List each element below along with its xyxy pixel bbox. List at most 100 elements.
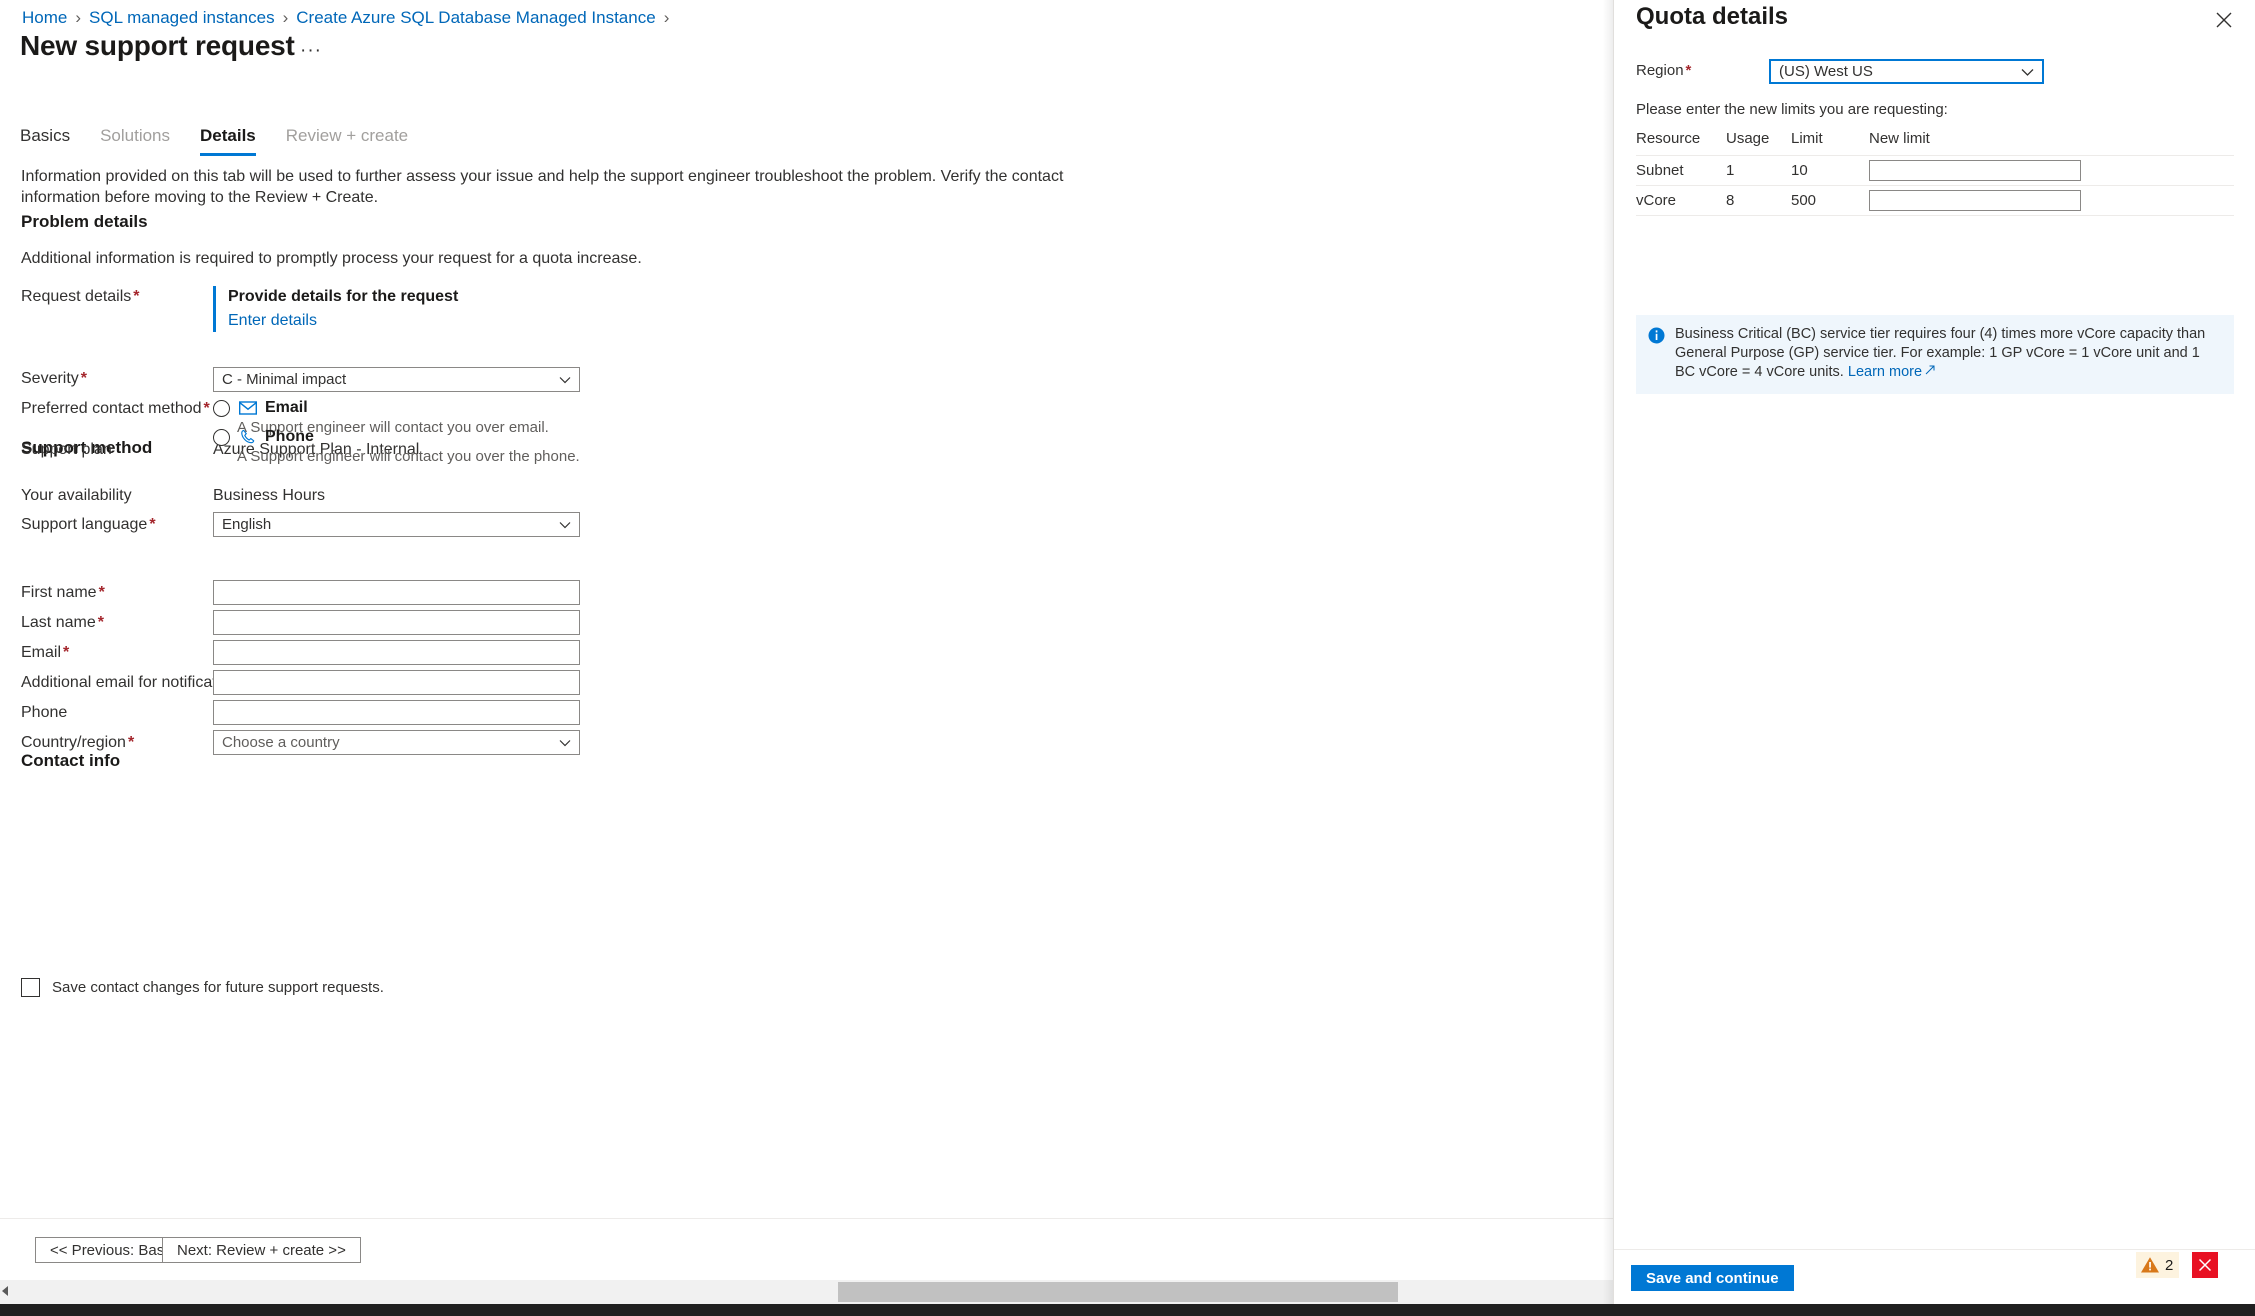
request-details-label-text: Request details: [21, 288, 132, 305]
save-and-continue-button[interactable]: Save and continue: [1631, 1265, 1794, 1291]
validation-warning-badge[interactable]: 2: [2136, 1252, 2180, 1278]
breadcrumb-separator: ›: [663, 8, 670, 27]
info-banner-text-wrap: Business Critical (BC) service tier requ…: [1675, 325, 2222, 382]
dismiss-error-button[interactable]: [2192, 1252, 2218, 1278]
cell-usage-vcore: 8: [1726, 185, 1791, 216]
table-row: vCore 8 500: [1636, 185, 2234, 216]
enter-details-link[interactable]: Enter details: [228, 310, 458, 332]
close-icon[interactable]: [2211, 7, 2237, 33]
preferred-contact-method-label-text: Preferred contact method: [21, 400, 202, 417]
additional-email-input[interactable]: [213, 670, 580, 695]
radio-option-phone[interactable]: Phone A Support engineer will contact yo…: [213, 428, 580, 465]
contact-info-heading: Contact info: [21, 751, 121, 770]
scroll-left-arrow-icon[interactable]: [2, 1286, 8, 1296]
required-asterisk: *: [63, 644, 70, 661]
breadcrumb-item-create-managed-instance[interactable]: Create Azure SQL Database Managed Instan…: [296, 8, 655, 27]
required-asterisk: *: [127, 734, 135, 751]
scrollbar-thumb[interactable]: [838, 1282, 1398, 1302]
tab-review-create[interactable]: Review + create: [286, 126, 408, 156]
save-contact-changes-checkbox[interactable]: [21, 978, 40, 997]
preferred-contact-method-label: Preferred contact method *: [21, 400, 210, 418]
warning-triangle-icon: [2141, 1257, 2159, 1273]
external-link-icon[interactable]: [1925, 365, 1935, 375]
email-input[interactable]: [213, 640, 580, 665]
last-name-label-text: Last name: [21, 614, 96, 631]
required-asterisk: *: [149, 516, 156, 533]
wizard-footer: << Previous: Basics Next: Review + creat…: [0, 1218, 1613, 1280]
country-region-dropdown[interactable]: Choose a country: [213, 730, 580, 755]
chevron-down-icon: [2021, 68, 2034, 76]
validation-warning-count: 2: [2165, 1256, 2174, 1274]
close-icon: [2198, 1258, 2212, 1272]
request-details-callout: Provide details for the request Enter de…: [213, 286, 458, 332]
severity-label: Severity *: [21, 370, 87, 388]
new-limit-input-vcore[interactable]: [1869, 190, 2081, 211]
required-asterisk: *: [80, 370, 88, 387]
chevron-down-icon: [559, 376, 571, 383]
quota-details-pane: Quota details Region * (US) West US Pleas…: [1613, 0, 2255, 1304]
cell-new-limit-vcore: [1869, 185, 2234, 216]
learn-more-link[interactable]: Learn more: [1848, 364, 1922, 380]
last-name-input[interactable]: [213, 610, 580, 635]
region-label-text: Region: [1636, 62, 1684, 79]
save-contact-changes-label: Save contact changes for future support …: [52, 979, 384, 996]
required-asterisk: *: [1685, 62, 1692, 79]
severity-dropdown[interactable]: C - Minimal impact: [213, 367, 580, 392]
breadcrumb-item-sql-managed-instances[interactable]: SQL managed instances: [89, 8, 275, 27]
request-details-label: Request details *: [21, 288, 140, 306]
quota-instruction-text: Please enter the new limits you are requ…: [1636, 101, 1948, 118]
first-name-input[interactable]: [213, 580, 580, 605]
next-review-create-button[interactable]: Next: Review + create >>: [162, 1237, 361, 1263]
last-name-label: Last name *: [21, 614, 104, 632]
availability-value: Business Hours: [213, 487, 326, 504]
column-header-new-limit: New limit: [1869, 126, 2234, 156]
info-banner: Business Critical (BC) service tier requ…: [1636, 315, 2234, 394]
breadcrumb-item-home[interactable]: Home: [22, 8, 67, 27]
country-region-label: Country/region *: [21, 734, 134, 752]
horizontal-scrollbar[interactable]: [0, 1280, 1613, 1304]
tab-basics[interactable]: Basics: [20, 126, 70, 156]
provide-details-title: Provide details for the request: [228, 288, 459, 305]
table-row: Subnet 1 10: [1636, 155, 2234, 186]
new-limit-input-subnet[interactable]: [1869, 160, 2081, 181]
info-icon: [1648, 327, 1665, 344]
breadcrumb-separator: ›: [282, 8, 289, 27]
required-asterisk: *: [133, 288, 140, 305]
envelope-icon: [239, 401, 257, 415]
tab-details[interactable]: Details: [200, 126, 256, 156]
table-header-row: Resource Usage Limit New limit: [1636, 126, 2234, 156]
phone-input[interactable]: [213, 700, 580, 725]
required-asterisk: *: [98, 584, 105, 601]
problem-details-heading: Problem details: [21, 212, 148, 231]
required-asterisk: *: [203, 400, 210, 417]
required-asterisk: *: [97, 614, 104, 631]
region-dropdown[interactable]: (US) West US: [1769, 59, 2044, 84]
more-options-button[interactable]: ···: [300, 40, 322, 62]
column-header-limit: Limit: [1791, 126, 1869, 156]
cell-limit-vcore: 500: [1791, 185, 1869, 216]
cell-resource-vcore: vCore: [1636, 185, 1726, 216]
region-label: Region *: [1636, 62, 1691, 79]
radio-circle-phone[interactable]: [213, 429, 230, 446]
phone-icon: [241, 429, 255, 444]
radio-circle-email[interactable]: [213, 400, 230, 417]
country-region-label-text: Country/region: [21, 734, 126, 751]
os-taskbar: [0, 1304, 2255, 1316]
quota-pane-footer: Save and continue 2: [1614, 1249, 2255, 1304]
radio-option-email[interactable]: Email A Support engineer will contact yo…: [213, 399, 556, 436]
tab-solutions[interactable]: Solutions: [100, 126, 170, 156]
country-region-value: Choose a country: [222, 734, 340, 751]
radio-label-phone: Phone: [265, 428, 314, 445]
availability-label: Your availability: [21, 487, 132, 504]
quota-details-title: Quota details: [1636, 3, 1789, 30]
chevron-down-icon: [559, 739, 571, 746]
support-language-dropdown[interactable]: English: [213, 512, 580, 537]
save-contact-changes-row[interactable]: Save contact changes for future support …: [21, 978, 384, 997]
new-support-request-blade: Home › SQL managed instances › Create Azure …: [0, 0, 1613, 1316]
wizard-tabs: Basics Solutions Details Review + create: [20, 126, 408, 156]
additional-email-label: Additional email for notification: [21, 674, 239, 691]
quota-table: Resource Usage Limit New limit Subnet 1 …: [1636, 126, 2234, 216]
breadcrumb-separator: ›: [75, 8, 82, 27]
email-label-text: Email: [21, 644, 62, 661]
severity-value: C - Minimal impact: [222, 371, 347, 388]
